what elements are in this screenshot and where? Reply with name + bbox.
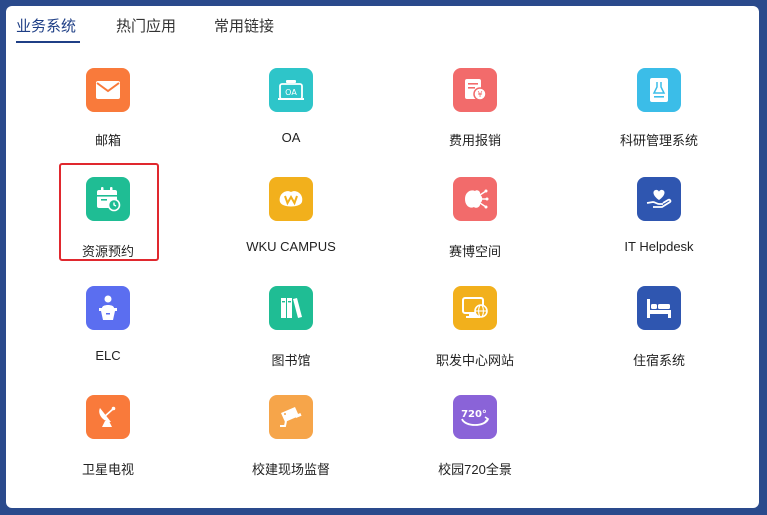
oa-icon: OA [269,68,313,112]
tab-business-systems[interactable]: 业务系统 [16,15,76,36]
cyber-icon [453,177,497,221]
app-tile-library[interactable]: 图书馆 [216,286,366,386]
app-tile-it-helpdesk[interactable]: IT Helpdesk [584,177,734,277]
satellite-dish-icon [86,395,130,439]
app-label: 赛博空间 [448,244,501,259]
app-label: 校建现场监督 [251,462,330,477]
app-tile-cyberspace[interactable]: 赛博空间 [400,177,550,277]
research-icon [637,68,681,112]
app-tile-oa[interactable]: OA OA [216,68,366,168]
app-label: 邮箱 [94,133,121,148]
app-tile-satellite-tv[interactable]: 卫星电视 [33,395,183,495]
app-label: 卫星电视 [81,462,134,477]
app-label: ELC [95,348,121,363]
app-tile-elc[interactable]: ELC [33,286,183,386]
camera-icon [269,395,313,439]
app-tile-campus-720[interactable]: 720° 校园720全景 [400,395,550,495]
app-tile-mail[interactable]: 邮箱 [33,68,183,168]
app-label: 职发中心网站 [435,353,514,368]
app-tile-construction-supervision[interactable]: 校建现场监督 [216,395,366,495]
app-tile-career-center[interactable]: 职发中心网站 [400,286,550,386]
app-label: 费用报销 [448,133,501,148]
campus-logo-icon [269,177,313,221]
app-tile-expense[interactable]: ¥ 费用报销 [400,68,550,168]
app-label: 住宿系统 [632,353,685,368]
svg-text:¥: ¥ [477,90,482,99]
tab-popular-apps[interactable]: 热门应用 [116,15,176,36]
helpdesk-heart-icon [637,177,681,221]
app-panel: 业务系统 热门应用 常用链接 邮箱 OA OA ¥ 费用报销 科研管理系统 资源… [6,6,759,508]
app-label: WKU CAMPUS [246,239,336,254]
app-tile-wku-campus[interactable]: WKU CAMPUS [216,177,366,277]
app-label: 图书馆 [271,353,311,368]
svg-text:OA: OA [285,88,297,97]
tab-common-links[interactable]: 常用链接 [214,15,274,36]
library-books-icon [269,286,313,330]
mail-icon [86,68,130,112]
app-label: IT Helpdesk [624,239,694,254]
bed-icon [637,286,681,330]
expense-icon: ¥ [453,68,497,112]
app-tile-research[interactable]: 科研管理系统 [584,68,734,168]
highlight-box [59,163,159,261]
app-label: OA [281,130,301,145]
app-label: 校园720全景 [438,462,512,477]
panorama-720-icon: 720° [453,395,497,439]
svg-text:720°: 720° [461,409,487,420]
active-tab-underline [16,41,80,43]
lecturer-icon [86,286,130,330]
web-globe-icon [453,286,497,330]
app-label: 科研管理系统 [619,133,698,148]
app-tile-housing[interactable]: 住宿系统 [584,286,734,386]
